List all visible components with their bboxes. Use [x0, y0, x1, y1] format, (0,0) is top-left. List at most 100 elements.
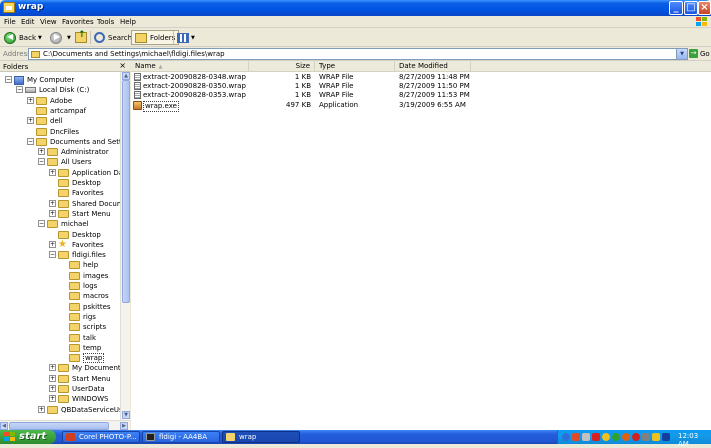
- expand-icon[interactable]: +: [49, 374, 56, 382]
- views-button[interactable]: ▼: [177, 30, 195, 45]
- expand-icon[interactable]: +: [49, 364, 56, 372]
- tree-item[interactable]: Adobe: [36, 96, 72, 106]
- close-pane-icon[interactable]: ×: [119, 61, 126, 70]
- menu-tools[interactable]: Tools: [97, 18, 114, 26]
- tree-item[interactable]: UserData: [58, 384, 105, 394]
- tree-item[interactable]: logs: [69, 281, 97, 291]
- collapse-icon[interactable]: −: [38, 158, 45, 166]
- expand-icon[interactable]: +: [38, 148, 45, 156]
- tree-horizontal-scrollbar[interactable]: ◀ ▶: [0, 420, 130, 430]
- expand-icon[interactable]: +: [49, 168, 56, 176]
- expand-icon[interactable]: +: [27, 117, 34, 125]
- close-button[interactable]: ×: [698, 1, 711, 15]
- taskbar-button-fldigi[interactable]: fldigi - AA4BA: [142, 431, 220, 443]
- file-row[interactable]: wrap.exe 497 KB Application 3/19/2009 6:55 …: [131, 100, 711, 112]
- minimize-button[interactable]: _: [669, 1, 683, 15]
- forward-dropdown-icon[interactable]: ▼: [67, 35, 71, 41]
- file-row[interactable]: extract-20090828-0353.wrap 1 KB WRAP File 8…: [131, 91, 711, 100]
- tray-app-icon[interactable]: [602, 433, 610, 441]
- tray-app-icon[interactable]: [612, 433, 620, 441]
- up-folder-button[interactable]: [75, 30, 87, 45]
- menu-view[interactable]: View: [40, 18, 57, 26]
- tree-item[interactable]: scripts: [69, 322, 106, 332]
- tray-network-icon[interactable]: [662, 433, 670, 441]
- expand-icon[interactable]: +: [49, 385, 56, 392]
- tree-item[interactable]: dell: [36, 116, 63, 126]
- scroll-up-icon[interactable]: ▲: [122, 72, 130, 80]
- tree-item[interactable]: macros: [69, 291, 109, 301]
- start-button[interactable]: start: [0, 430, 56, 444]
- tree-item[interactable]: michael: [47, 219, 89, 229]
- address-input[interactable]: C:\Documents and Settings\michael\fldigi…: [28, 48, 688, 60]
- tree-item[interactable]: pskittes: [69, 302, 111, 312]
- tree-item[interactable]: Desktop: [58, 230, 101, 240]
- views-dropdown-icon[interactable]: ▼: [191, 35, 195, 41]
- tree-item[interactable]: fldigi.files: [58, 250, 106, 260]
- expand-icon[interactable]: +: [49, 209, 56, 217]
- tray-app-icon[interactable]: [652, 433, 660, 441]
- tree-item[interactable]: Documents and Setting: [36, 137, 120, 147]
- back-button[interactable]: Back ▼: [4, 30, 42, 45]
- tray-app-icon[interactable]: [622, 433, 630, 441]
- menu-help[interactable]: Help: [120, 18, 136, 26]
- tree-item[interactable]: Application Data: [58, 168, 120, 178]
- column-size[interactable]: Size: [249, 61, 315, 72]
- tree-item[interactable]: rigs: [69, 312, 96, 322]
- collapse-icon[interactable]: −: [38, 220, 45, 228]
- tree-item[interactable]: artcampaf: [36, 106, 86, 116]
- column-date-modified[interactable]: Date Modified: [395, 61, 471, 72]
- back-dropdown-icon[interactable]: ▼: [38, 35, 42, 41]
- title-bar[interactable]: wrap _ □ ×: [0, 0, 711, 16]
- tree-item[interactable]: Administrator: [47, 147, 109, 157]
- tree-item[interactable]: Local Disk (C:): [25, 85, 89, 95]
- tree-item[interactable]: My Documents: [58, 363, 120, 373]
- menu-file[interactable]: File: [4, 18, 16, 26]
- tree-item[interactable]: Start Menu: [58, 209, 111, 219]
- scroll-left-icon[interactable]: ◀: [0, 422, 8, 430]
- tree-item[interactable]: Shared Docume: [58, 199, 120, 209]
- file-row[interactable]: extract-20090828-0350.wrap 1 KB WRAP File 8…: [131, 82, 711, 91]
- tray-app-icon[interactable]: [642, 433, 650, 441]
- tree-item[interactable]: QBDataServiceUser:: [47, 405, 120, 415]
- tree-item[interactable]: WINDOWS: [58, 394, 109, 404]
- scroll-down-icon[interactable]: ▼: [122, 411, 130, 419]
- tray-app-icon[interactable]: [572, 433, 580, 441]
- expand-icon[interactable]: +: [38, 405, 45, 413]
- tray-app-icon[interactable]: [592, 433, 600, 441]
- tree-vertical-scrollbar[interactable]: ▲ ▼: [120, 72, 130, 420]
- collapse-icon[interactable]: −: [49, 251, 56, 259]
- collapse-icon[interactable]: −: [5, 76, 12, 83]
- tree-item[interactable]: ★ Favorites: [58, 240, 104, 250]
- taskbar-button-wrap[interactable]: wrap: [222, 431, 300, 443]
- go-button[interactable]: → Go: [689, 49, 710, 58]
- tree-item[interactable]: Desktop: [58, 178, 101, 188]
- menu-edit[interactable]: Edit: [21, 18, 35, 26]
- scrollbar-thumb[interactable]: [122, 80, 130, 303]
- tray-app-icon[interactable]: [632, 433, 640, 441]
- scrollbar-thumb[interactable]: [9, 422, 109, 430]
- expand-icon[interactable]: +: [49, 240, 56, 248]
- tree-item[interactable]: Favorites: [58, 188, 104, 198]
- expand-icon[interactable]: +: [27, 96, 34, 104]
- address-path[interactable]: C:\Documents and Settings\michael\fldigi…: [43, 50, 225, 58]
- file-row[interactable]: extract-20090828-0348.wrap 1 KB WRAP File 8…: [131, 73, 711, 82]
- forward-button[interactable]: ▼: [50, 30, 71, 45]
- tree-item[interactable]: My Computer: [14, 75, 74, 85]
- tree-item[interactable]: help: [69, 260, 98, 270]
- tree-item[interactable]: wrap: [69, 353, 105, 364]
- collapse-icon[interactable]: −: [16, 86, 23, 94]
- scroll-right-icon[interactable]: ▶: [120, 422, 128, 430]
- tray-expand-icon[interactable]: [562, 433, 570, 441]
- tree-item[interactable]: temp: [69, 343, 101, 353]
- column-type[interactable]: Type: [315, 61, 395, 72]
- tray-app-icon[interactable]: [582, 433, 590, 441]
- column-name[interactable]: Name ▲: [131, 61, 249, 72]
- taskbar-button-corel[interactable]: Corel PHOTO-P...: [62, 431, 140, 443]
- search-button[interactable]: Search: [94, 30, 132, 45]
- expand-icon[interactable]: +: [49, 199, 56, 207]
- menu-favorites[interactable]: Favorites: [62, 18, 94, 26]
- tree-item[interactable]: All Users: [47, 157, 92, 167]
- maximize-button[interactable]: □: [684, 1, 698, 15]
- address-dropdown-icon[interactable]: ▼: [676, 49, 687, 59]
- collapse-icon[interactable]: −: [27, 137, 34, 145]
